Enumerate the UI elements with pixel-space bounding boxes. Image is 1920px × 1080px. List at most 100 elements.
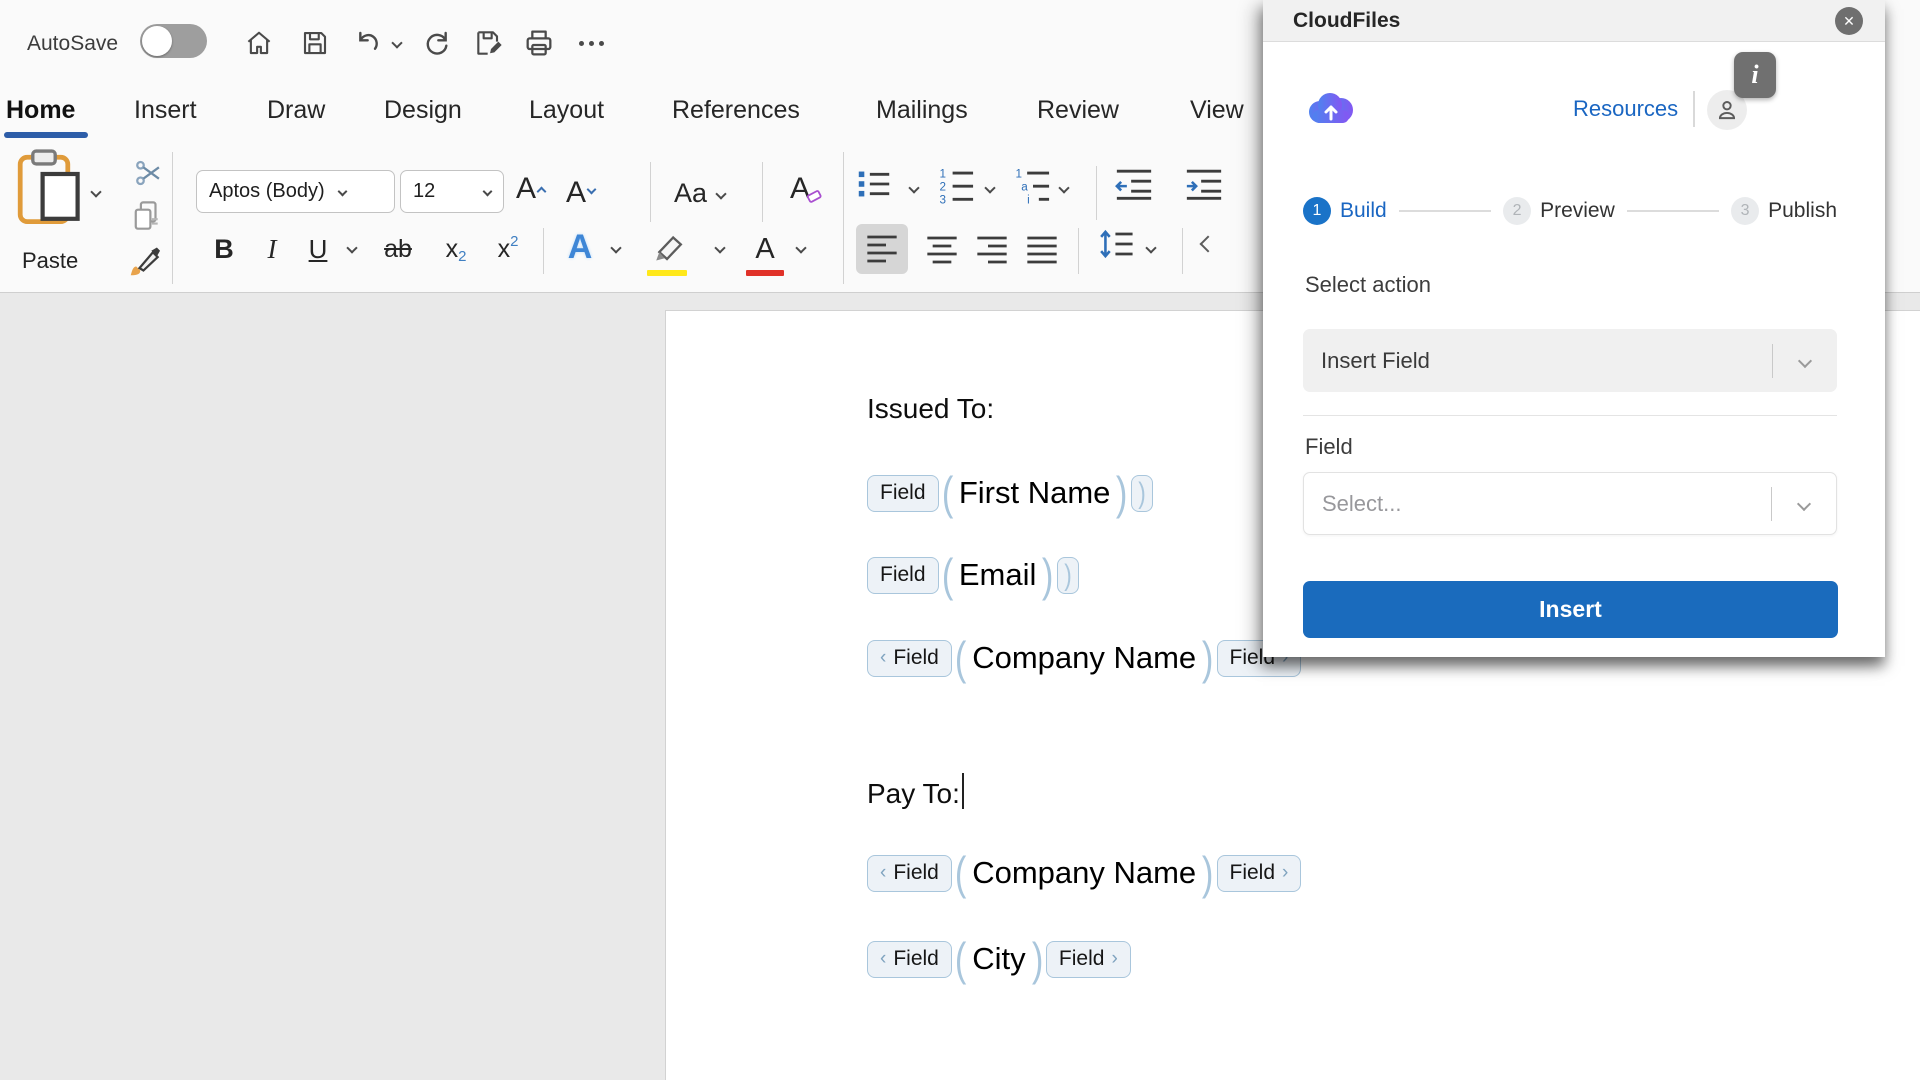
field-start-tag[interactable]: Field (867, 475, 939, 512)
field-start-tag[interactable]: ‹Field (867, 640, 952, 677)
issued-to-heading[interactable]: Issued To: (867, 393, 994, 425)
tab-insert[interactable]: Insert (134, 96, 197, 125)
highlight-dropdown-icon[interactable] (714, 242, 725, 253)
info-button[interactable]: i (1734, 52, 1776, 98)
font-color-button[interactable]: A (742, 224, 788, 274)
field-row-city[interactable]: ‹Field ( City ) Field› (867, 937, 1131, 981)
grow-font-button[interactable]: A (516, 172, 545, 206)
font-color-dropdown-icon[interactable] (795, 242, 806, 253)
font-size-select[interactable]: 12 (400, 170, 504, 213)
superscript-button[interactable]: x2 (486, 226, 530, 272)
tab-home[interactable]: Home (6, 96, 75, 125)
line-spacing-button[interactable] (1094, 226, 1134, 262)
italic-button[interactable]: I (254, 226, 290, 272)
bullets-dropdown-icon[interactable] (908, 182, 919, 193)
field-start-tag[interactable]: ‹Field (867, 941, 952, 978)
clear-formatting-button[interactable]: A (790, 172, 824, 206)
save-icon[interactable] (296, 24, 334, 62)
shrink-font-button[interactable]: A (566, 176, 595, 210)
content-control-bracket: ) (1202, 640, 1213, 677)
bold-button[interactable]: B (206, 226, 242, 272)
field-start-tag[interactable]: ‹Field (867, 855, 952, 892)
strikethrough-button[interactable]: ab (374, 226, 422, 272)
panel-title: CloudFiles (1293, 0, 1400, 42)
paste-label: Paste (22, 248, 78, 274)
field-value[interactable]: Company Name (972, 855, 1196, 891)
multilevel-dropdown-icon[interactable] (1058, 182, 1069, 193)
multilevel-list-button[interactable]: 1ai (1014, 164, 1052, 204)
text-effects-dropdown-icon[interactable] (610, 242, 621, 253)
numbering-dropdown-icon[interactable] (984, 182, 995, 193)
home-icon[interactable] (240, 24, 278, 62)
chevron-down-icon[interactable] (1772, 499, 1836, 509)
content-control-bracket: ) (1031, 941, 1042, 978)
tab-review[interactable]: Review (1037, 96, 1119, 125)
tab-mailings[interactable]: Mailings (876, 96, 968, 125)
tab-layout[interactable]: Layout (529, 96, 604, 125)
field-value[interactable]: Email (959, 557, 1037, 593)
subscript-button[interactable]: x2 (434, 226, 478, 272)
resources-link[interactable]: Resources (1573, 96, 1678, 122)
tab-view[interactable]: View (1190, 96, 1244, 125)
font-name-select[interactable]: Aptos (Body) (196, 170, 395, 213)
content-control-bracket: ( (955, 855, 966, 892)
section-separator (1303, 415, 1837, 416)
cut-button[interactable] (132, 156, 166, 190)
redo-icon[interactable] (418, 24, 456, 62)
save-as-icon[interactable] (470, 24, 508, 62)
numbering-button[interactable]: 123 (938, 164, 976, 204)
field-end-cap: ) (1131, 475, 1153, 512)
decrease-indent-button[interactable] (1114, 166, 1154, 202)
stepper: 1 Build 2 Preview 3 Publish (1303, 196, 1837, 226)
step-preview[interactable]: 2 Preview (1503, 197, 1615, 225)
copy-button[interactable] (128, 198, 164, 236)
tab-references[interactable]: References (672, 96, 800, 125)
field-start-tag[interactable]: Field (867, 557, 939, 594)
field-value[interactable]: Company Name (972, 640, 1196, 676)
panel-header: CloudFiles ✕ (1263, 0, 1885, 42)
field-value[interactable]: City (972, 941, 1025, 977)
line-spacing-dropdown-icon[interactable] (1145, 242, 1156, 253)
content-control-bracket: ( (955, 640, 966, 677)
divider (650, 162, 651, 222)
action-select[interactable]: Insert Field (1303, 329, 1837, 392)
justify-button[interactable] (1018, 228, 1066, 272)
highlight-button[interactable] (640, 224, 694, 274)
more-commands-icon[interactable] (572, 24, 610, 62)
field-row-company-1[interactable]: ‹Field ( Company Name ) Field› (867, 636, 1301, 680)
align-right-button[interactable] (968, 228, 1016, 272)
undo-icon[interactable] (348, 24, 386, 62)
field-row-company-2[interactable]: ‹Field ( Company Name ) Field› (867, 851, 1301, 895)
chevron-down-icon[interactable] (1773, 356, 1837, 366)
underline-dropdown-icon[interactable] (346, 242, 357, 253)
autosave-toggle[interactable] (140, 24, 207, 58)
paste-button[interactable] (14, 146, 88, 230)
divider (1182, 228, 1183, 274)
print-icon[interactable] (520, 24, 558, 62)
format-painter-icon[interactable] (126, 242, 164, 280)
paste-dropdown-icon[interactable] (90, 186, 101, 197)
bullets-button[interactable] (856, 166, 892, 202)
field-end-tag[interactable]: Field› (1217, 855, 1302, 892)
undo-dropdown-icon[interactable] (386, 24, 408, 62)
tab-draw[interactable]: Draw (267, 96, 325, 125)
field-value[interactable]: First Name (959, 475, 1111, 511)
borders-icon-partial[interactable] (1200, 236, 1217, 253)
field-row-first-name[interactable]: Field ( First Name ) ) (867, 471, 1153, 515)
field-row-email[interactable]: Field ( Email ) ) (867, 553, 1079, 597)
field-end-tag[interactable]: Field› (1046, 941, 1131, 978)
align-center-button[interactable] (918, 228, 966, 272)
step-publish[interactable]: 3 Publish (1731, 197, 1837, 225)
change-case-button[interactable]: Aa (674, 178, 725, 209)
insert-button[interactable]: Insert (1303, 581, 1838, 638)
content-control-bracket: ) (1116, 475, 1127, 512)
field-select[interactable]: Select... (1303, 472, 1837, 535)
align-left-button[interactable] (856, 224, 908, 274)
close-icon[interactable]: ✕ (1835, 7, 1863, 35)
text-effects-button[interactable]: A (558, 222, 602, 272)
step-build[interactable]: 1 Build (1303, 197, 1387, 225)
underline-button[interactable]: U (298, 226, 338, 272)
pay-to-heading[interactable]: Pay To: (867, 773, 964, 810)
increase-indent-button[interactable] (1184, 166, 1224, 202)
tab-design[interactable]: Design (384, 96, 462, 125)
